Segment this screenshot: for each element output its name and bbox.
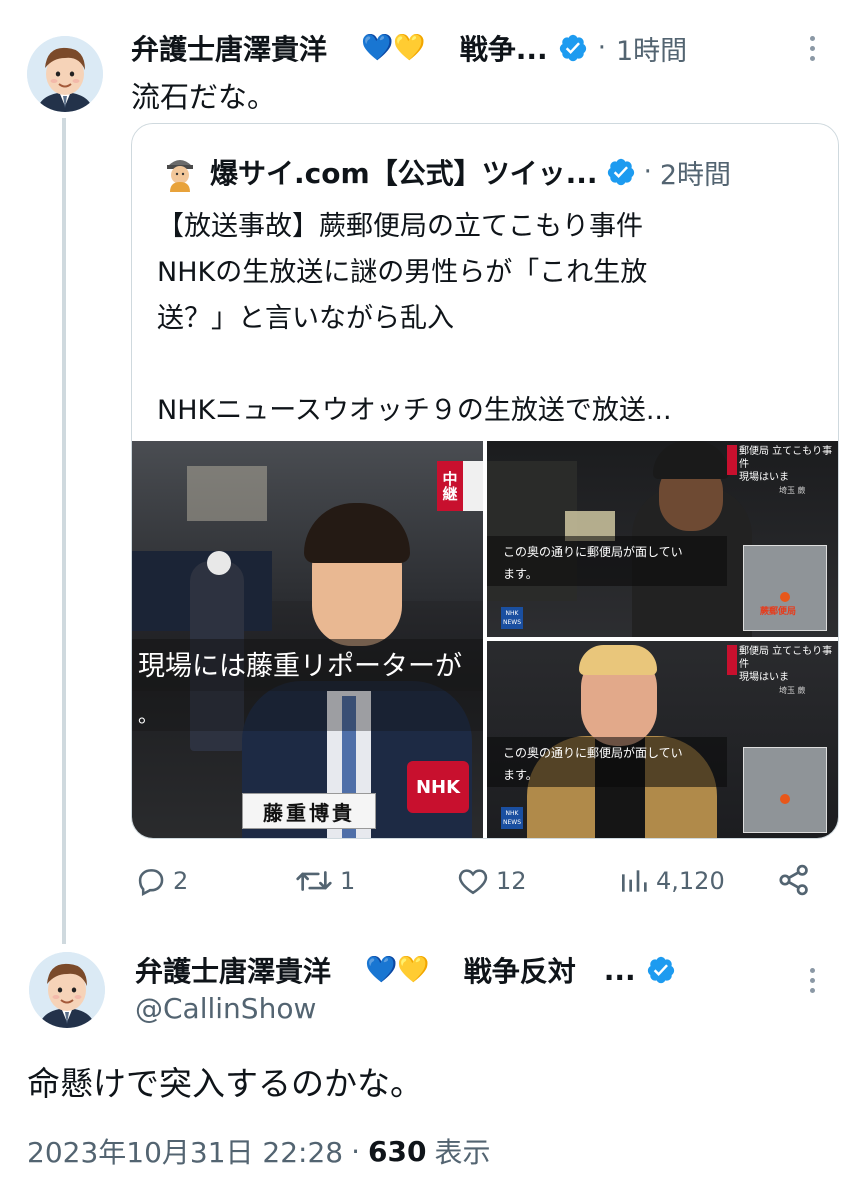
- news-header-line: 郵便局 立てこもり事件: [739, 446, 833, 470]
- reply-button[interactable]: 2: [133, 864, 188, 898]
- officer-helmet: [207, 551, 231, 575]
- retweet-icon: [296, 871, 332, 891]
- quote-text-line: NHKニュースウオッチ９の生放送で放送...: [157, 395, 672, 426]
- news-header: 郵便局 立てこもり事件 現場はいま 埼玉 蕨: [739, 645, 838, 697]
- author-name-suffix: 戦争...: [459, 33, 548, 66]
- reply-count: 2: [173, 867, 189, 895]
- tweet-time[interactable]: 1時間: [616, 29, 687, 68]
- news-header-line: 郵便局 立てこもり事件: [739, 646, 833, 670]
- quote-text-line: NHKの生放送に謎の男性らが「これ生放: [157, 257, 648, 288]
- map-pin-icon: [780, 592, 790, 602]
- retweet-button[interactable]: 1: [294, 864, 355, 898]
- man-hair: [579, 645, 657, 675]
- more-options-icon[interactable]: [810, 36, 815, 61]
- tweet-meta: 2023年10月31日 22:28 · 630 表示: [27, 1131, 490, 1171]
- quote-time[interactable]: 2時間: [660, 153, 731, 192]
- views-number: 630: [368, 1134, 427, 1168]
- man-hat: [653, 441, 729, 479]
- quote-header: 爆サイ.com【公式】ツイッ... · 2時間: [162, 150, 731, 194]
- separator-dot: ·: [643, 157, 652, 187]
- share-icon: [779, 864, 808, 896]
- live-badge: 中継: [437, 461, 463, 511]
- views-count: 4,120: [656, 867, 725, 895]
- heart-emojis: 💙💛: [365, 955, 430, 985]
- more-options-icon[interactable]: [810, 968, 815, 993]
- author-name[interactable]: 弁護士唐澤貴洋: [135, 950, 331, 990]
- live-strip: [727, 645, 737, 675]
- quote-text-line: 送？」と言いながら乱入: [157, 303, 454, 334]
- quoted-tweet-card[interactable]: 爆サイ.com【公式】ツイッ... · 2時間 【放送事故】蕨郵便局の立てこもり…: [131, 123, 839, 839]
- news-header: 郵便局 立てこもり事件 現場はいま 埼玉 蕨: [739, 445, 838, 497]
- author-name[interactable]: 弁護士唐澤貴洋: [131, 28, 327, 68]
- map-pin-icon: [780, 794, 790, 804]
- reporter-name-plate: 藤重博貴: [242, 793, 376, 829]
- avatar-illustration: [29, 952, 105, 1028]
- lit-window: [187, 466, 267, 521]
- news-header-line: 現場はいま: [739, 472, 789, 483]
- news-sub: 埼玉 蕨: [779, 486, 806, 495]
- news-sub: 埼玉 蕨: [779, 686, 806, 695]
- nhk-news-logo: NHK NEWS: [501, 807, 523, 829]
- media-image-man-hat[interactable]: 郵便局 立てこもり事件 現場はいま 埼玉 蕨 この奥の通りに郵便局が面してい ま…: [487, 441, 838, 637]
- nhk-logo-text: NHK: [505, 810, 519, 817]
- caption-text: 現場には藤重リポーターが: [138, 651, 462, 682]
- media-image-man-jacket[interactable]: 郵便局 立てこもり事件 現場はいま 埼玉 蕨 この奥の通りに郵便局が面してい ま…: [487, 641, 838, 838]
- verified-badge-icon: [647, 956, 674, 984]
- tweet2-text: 命懸けで突入するのかな。: [27, 1064, 423, 1103]
- caption-line: この奥の通りに郵便局が面してい: [503, 746, 683, 760]
- like-count: 12: [496, 867, 527, 895]
- quote-text: 【放送事故】蕨郵便局の立てこもり事件 NHKの生放送に謎の男性らが「これ生放 送…: [157, 204, 672, 434]
- nhk-news-logo: NHK NEWS: [501, 607, 523, 629]
- quote-text-line: 【放送事故】蕨郵便局の立てこもり事件: [157, 211, 643, 242]
- bakusai-avatar-icon: [167, 160, 193, 192]
- separator-dot: ·: [597, 33, 606, 63]
- nhk-armband: NHK: [407, 761, 469, 813]
- media-image-reporter[interactable]: NHK 中継 現場には藤重リポーターが 。 藤重博貴: [132, 441, 483, 838]
- tweet1-header: 弁護士唐澤貴洋 💙💛 戦争... · 1時間: [131, 28, 687, 68]
- like-button[interactable]: 12: [456, 864, 527, 898]
- heart-emojis: 💙💛: [361, 33, 426, 63]
- verified-badge-icon: [559, 34, 586, 62]
- name-ellipsis: ...: [603, 953, 636, 987]
- author-name-suffix: 戦争反対: [463, 955, 576, 988]
- location-map: [743, 747, 827, 833]
- live-badge-panel: [463, 461, 483, 511]
- heart-icon: [458, 869, 488, 895]
- tweet-date[interactable]: 2023年10月31日 22:28: [27, 1131, 343, 1171]
- author-avatar[interactable]: [27, 36, 103, 112]
- news-header-line: 現場はいま: [739, 672, 789, 683]
- caption-text-2: 。: [138, 703, 158, 727]
- retweet-count: 1: [340, 867, 356, 895]
- caption-line: ます。: [503, 768, 538, 782]
- caption-line: この奥の通りに郵便局が面してい: [503, 545, 683, 559]
- views-button[interactable]: 4,120: [618, 864, 725, 898]
- share-button[interactable]: [776, 862, 812, 902]
- tweet2-header: 弁護士唐澤貴洋 💙💛 戦争反対 ...: [135, 950, 676, 990]
- nhk-logo-text: NEWS: [502, 619, 522, 626]
- live-strip: [727, 445, 737, 475]
- verified-badge-icon: [607, 158, 634, 186]
- author-avatar[interactable]: [29, 952, 105, 1028]
- caption-text: この奥の通りに郵便局が面してい ます。: [503, 541, 683, 585]
- caption-line: ます。: [503, 567, 538, 581]
- avatar-illustration: [27, 36, 103, 112]
- caption-bar-2: [132, 691, 483, 731]
- separator-dot: ·: [351, 1134, 361, 1168]
- views-label: 表示: [434, 1136, 491, 1169]
- analytics-icon: [622, 870, 647, 892]
- quote-author-name[interactable]: 爆サイ.com【公式】ツイッ...: [210, 152, 598, 192]
- location-map: 蕨郵便局: [743, 545, 827, 631]
- author-handle[interactable]: @CallinShow: [135, 992, 316, 1025]
- map-label: 蕨郵便局: [760, 607, 797, 617]
- nhk-logo-text: NEWS: [502, 819, 522, 826]
- caption-text: この奥の通りに郵便局が面してい ます。: [503, 742, 683, 786]
- nhk-logo-text: NHK: [505, 610, 519, 617]
- thread-line: [62, 118, 66, 944]
- tweet1-text: 流石だな。: [131, 80, 277, 114]
- reply-icon: [138, 869, 164, 897]
